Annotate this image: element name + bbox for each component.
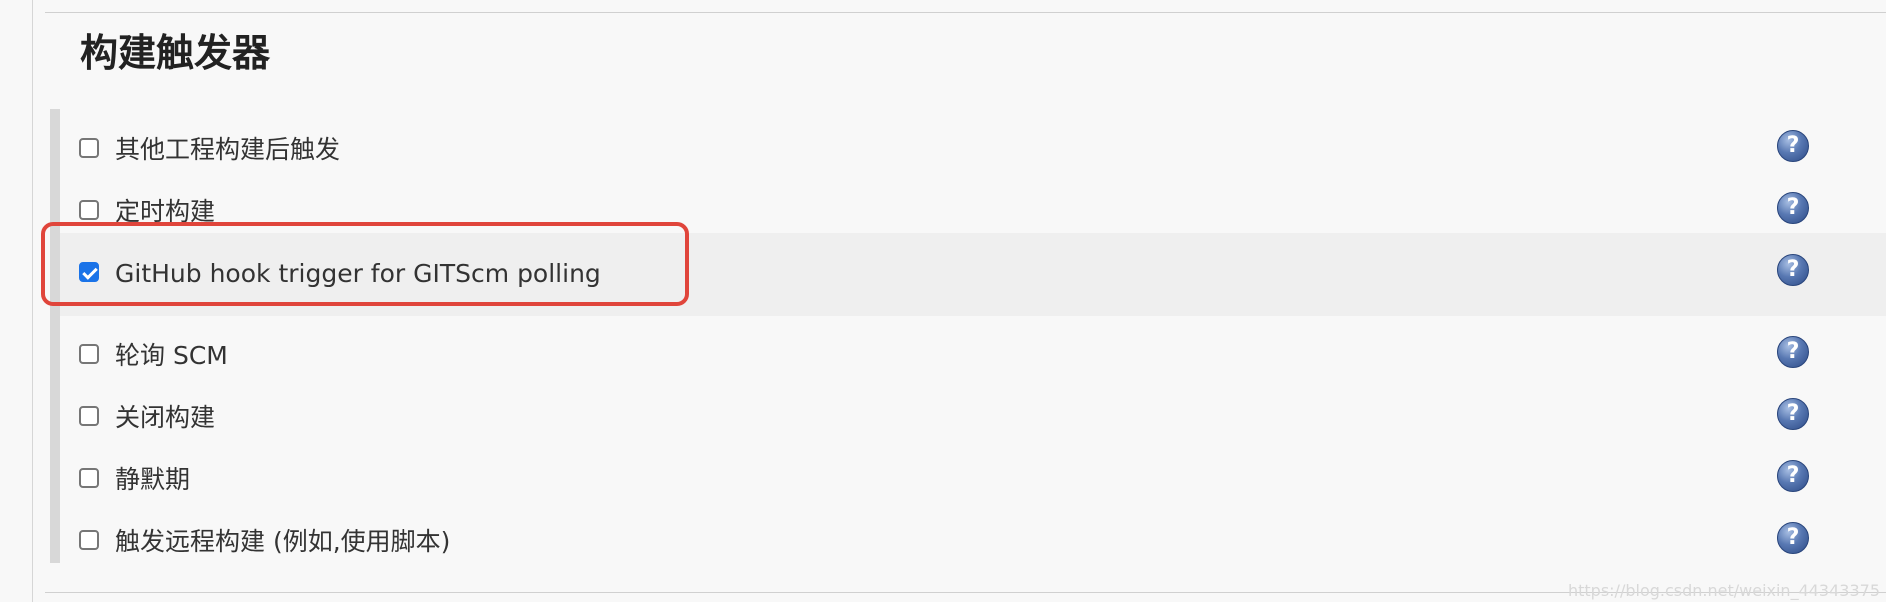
option-label: 触发远程构建 (例如,使用脚本) <box>115 527 451 556</box>
help-icon[interactable] <box>1777 192 1809 224</box>
option-label: 轮询 SCM <box>115 341 228 370</box>
checkbox[interactable] <box>79 200 99 220</box>
checkbox[interactable] <box>79 468 99 488</box>
watermark: https://blog.csdn.net/weixin_44343375 <box>1567 581 1880 600</box>
left-border <box>32 0 33 602</box>
option-label: 其他工程构建后触发 <box>115 135 341 164</box>
options-group-bar <box>50 109 60 563</box>
option-label: 静默期 <box>115 465 191 494</box>
option-label: 关闭构建 <box>115 403 216 432</box>
highlight-callout <box>41 222 689 306</box>
checkbox[interactable] <box>79 344 99 364</box>
top-divider <box>45 12 1886 13</box>
option-row-quiet-period[interactable]: 静默期 <box>60 454 1886 506</box>
checkbox[interactable] <box>79 406 99 426</box>
checkbox[interactable] <box>79 138 99 158</box>
option-row-disable-build[interactable]: 关闭构建 <box>60 392 1886 444</box>
help-icon[interactable] <box>1777 522 1809 554</box>
help-icon[interactable] <box>1777 398 1809 430</box>
help-icon[interactable] <box>1777 336 1809 368</box>
option-row-trigger-remote-build[interactable]: 触发远程构建 (例如,使用脚本) <box>60 516 1886 568</box>
section-title: 构建触发器 <box>80 31 271 75</box>
checkbox[interactable] <box>79 530 99 550</box>
help-icon[interactable] <box>1777 254 1809 286</box>
help-icon[interactable] <box>1777 460 1809 492</box>
option-row-build-after-other-projects[interactable]: 其他工程构建后触发 <box>60 124 1886 176</box>
option-row-poll-scm[interactable]: 轮询 SCM <box>60 330 1886 382</box>
help-icon[interactable] <box>1777 130 1809 162</box>
